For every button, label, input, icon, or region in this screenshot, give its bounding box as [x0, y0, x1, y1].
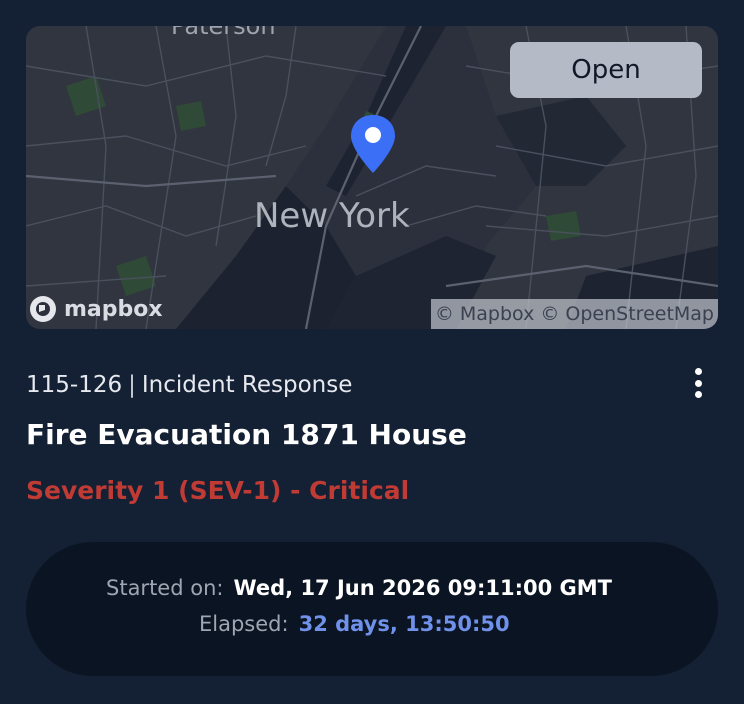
map-town-label: Paterson	[171, 26, 276, 40]
incident-type: Incident Response	[141, 372, 353, 398]
timing-panel: Started on: Wed, 17 Jun 2026 09:11:00 GMT…	[26, 542, 718, 676]
started-value: Wed, 17 Jun 2026 09:11:00 GMT	[233, 576, 613, 600]
kebab-dot	[694, 379, 702, 387]
open-map-button[interactable]: Open	[510, 42, 702, 98]
kebab-dot	[694, 368, 702, 375]
elapsed-label: Elapsed:	[199, 612, 289, 636]
kebab-dot	[694, 391, 702, 398]
severity-label: Severity 1 (SEV-1) - Critical	[26, 476, 410, 505]
mapbox-logo[interactable]: mapbox	[28, 294, 163, 324]
more-vertical-icon[interactable]	[684, 368, 712, 398]
incident-map[interactable]: Paterson New York Open mapbox © Mapbox ©…	[26, 26, 718, 329]
incident-meta: 115-126 | Incident Response	[26, 372, 352, 398]
map-pin-icon[interactable]	[349, 113, 397, 175]
started-row: Started on: Wed, 17 Jun 2026 09:11:00 GMT	[106, 576, 612, 600]
elapsed-row: Elapsed: 32 days, 13:50:50	[199, 612, 510, 636]
incident-title: Fire Evacuation 1871 House	[26, 418, 467, 451]
map-city-label: New York	[254, 196, 410, 236]
map-attribution[interactable]: © Mapbox © OpenStreetMap	[430, 299, 718, 329]
incident-card: Paterson New York Open mapbox © Mapbox ©…	[0, 0, 744, 704]
elapsed-value: 32 days, 13:50:50	[298, 612, 510, 636]
incident-id: 115-126	[26, 372, 123, 398]
mapbox-logo-icon	[30, 296, 56, 322]
meta-separator: |	[128, 372, 136, 398]
mapbox-logo-text: mapbox	[64, 296, 163, 322]
started-label: Started on:	[106, 576, 224, 600]
